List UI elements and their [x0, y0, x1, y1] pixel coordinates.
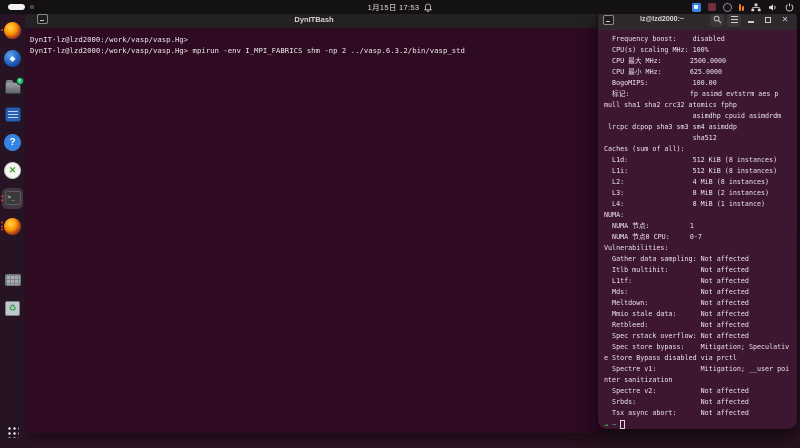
- text-cursor: [620, 420, 626, 429]
- dock-item-file-manager[interactable]: ›: [0, 76, 25, 95]
- notification-bell-icon: [424, 3, 433, 12]
- hamburger-menu-icon: [730, 16, 738, 23]
- right-terminal-window: lz@lzd2000:~ ✕ Frequency boost: disabled…: [597, 8, 798, 430]
- minimize-button[interactable]: [744, 13, 758, 27]
- volume-icon[interactable]: [768, 3, 778, 12]
- shell-prompt: → ~: [604, 419, 791, 429]
- dock-item-blue-gem-app[interactable]: ◆: [0, 49, 25, 67]
- dock: ◆ › ? ✕ >_ ♻: [0, 14, 25, 448]
- main-terminal-body[interactable]: DynIT-lz@lzd2000:/work/vasp/vasp.Hg> Dyn…: [25, 28, 603, 433]
- right-terminal-output: Frequency boost: disabled CPU(s) scaling…: [604, 35, 790, 417]
- firefox-icon: [4, 217, 21, 235]
- blue-gem-app-icon: ◆: [4, 49, 21, 67]
- x-session-app-icon: ✕: [4, 161, 21, 179]
- network-icon[interactable]: [751, 3, 761, 12]
- running-indicator: [1, 29, 3, 31]
- recycle-trash-icon: ♻: [5, 300, 20, 316]
- input-method-icon[interactable]: [691, 2, 701, 12]
- screencast-icon[interactable]: [722, 2, 732, 12]
- green-badge-icon: ›: [15, 76, 24, 85]
- clock-area[interactable]: 1月15日 17:53: [0, 0, 800, 14]
- help-icon: ?: [4, 133, 21, 151]
- dock-item-firefox-running[interactable]: [0, 217, 25, 235]
- firefox-icon: [4, 21, 21, 39]
- dock-item-app-grid[interactable]: [0, 422, 25, 440]
- file-manager-icon: ›: [4, 76, 24, 94]
- minimize-icon: [748, 21, 754, 23]
- mic-level-icon[interactable]: [738, 3, 744, 11]
- prompt-arrow: →: [604, 420, 609, 429]
- recording-icon[interactable]: [707, 3, 716, 11]
- dock-item-help[interactable]: ?: [0, 133, 25, 151]
- running-indicator: [1, 221, 3, 231]
- right-window-title: lz@lzd2000:~: [640, 16, 684, 23]
- main-terminal-output: DynIT-lz@lzd2000:/work/vasp/vasp.Hg> Dyn…: [30, 35, 465, 55]
- app-grid-icon: [6, 424, 19, 438]
- power-icon[interactable]: [785, 2, 794, 12]
- terminal-icon: >_: [4, 191, 21, 205]
- dock-item-trash[interactable]: ♻: [0, 299, 25, 317]
- search-icon: [713, 15, 721, 24]
- menu-button[interactable]: [727, 12, 741, 27]
- maximize-button[interactable]: [761, 13, 775, 27]
- dock-item-keyboard-app[interactable]: [0, 271, 25, 289]
- close-icon: ✕: [781, 14, 789, 24]
- dock-item-x-session-app[interactable]: ✕: [0, 161, 25, 179]
- search-button[interactable]: [710, 12, 724, 27]
- running-indicator: [1, 195, 3, 201]
- terminal-window-icon: [603, 14, 614, 25]
- clock-label: 1月15日 17:53: [367, 2, 420, 12]
- main-window-title: DynITBash: [294, 14, 334, 24]
- dock-item-blue-text-app[interactable]: [0, 105, 25, 123]
- dock-item-terminal-active[interactable]: >_: [0, 187, 25, 209]
- close-button[interactable]: ✕: [778, 13, 792, 27]
- top-bar: 1月15日 17:53: [0, 0, 800, 14]
- blue-text-app-icon: [4, 106, 21, 122]
- maximize-icon: [765, 16, 771, 23]
- keyboard-app-icon: [4, 274, 21, 286]
- prompt-path: ~: [612, 420, 617, 429]
- dock-item-firefox[interactable]: [0, 21, 25, 39]
- right-terminal-body[interactable]: Frequency boost: disabled CPU(s) scaling…: [598, 30, 797, 429]
- system-tray[interactable]: [691, 0, 795, 14]
- main-terminal-window: DynITBash DynIT-lz@lzd2000:/work/vasp/va…: [25, 10, 603, 433]
- active-app-highlight: >_: [2, 187, 23, 209]
- terminal-window-icon: [37, 14, 48, 24]
